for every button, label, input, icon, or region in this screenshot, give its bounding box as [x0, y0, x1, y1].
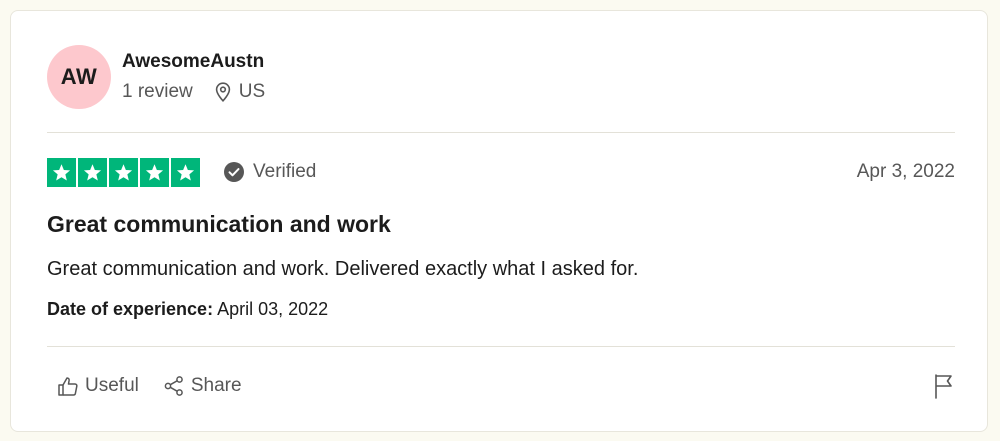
review-count: 1 review	[122, 81, 193, 102]
review-actions: Useful Share	[47, 371, 955, 401]
reviewer-meta: 1 review US	[122, 80, 265, 104]
share-button[interactable]: Share	[153, 371, 252, 401]
verified-label: Verified	[253, 161, 317, 182]
footer-divider	[47, 346, 955, 347]
verified-badge[interactable]: Verified	[224, 161, 316, 183]
reviewer-country: US	[238, 81, 266, 102]
date-of-experience: Date of experience: April 03, 2022	[47, 297, 328, 321]
reviewer-info: AwesomeAustn 1 review US	[122, 50, 265, 104]
header-divider	[47, 132, 955, 133]
useful-button[interactable]: Useful	[47, 371, 149, 401]
location-pin-icon	[215, 82, 231, 102]
experience-date: April 03, 2022	[217, 299, 329, 319]
verified-check-icon	[224, 162, 244, 182]
reviewer-name[interactable]: AwesomeAustn	[122, 50, 265, 74]
star-rating	[47, 157, 200, 187]
reviewer-header: AW AwesomeAustn 1 review US	[47, 45, 265, 109]
avatar[interactable]: AW	[47, 45, 111, 109]
star-icon	[109, 157, 138, 187]
star-icon	[78, 157, 107, 187]
star-icon	[47, 157, 76, 187]
useful-label: Useful	[85, 375, 139, 396]
review-date: Apr 3, 2022	[856, 161, 955, 182]
review-title[interactable]: Great communication and work	[47, 210, 391, 238]
report-flag-button[interactable]	[933, 373, 955, 399]
review-card: AW AwesomeAustn 1 review US Verified Apr…	[10, 10, 988, 432]
experience-label: Date of experience:	[47, 299, 214, 319]
share-icon	[164, 376, 183, 396]
star-icon	[140, 157, 169, 187]
star-icon	[171, 157, 200, 187]
thumbs-up-icon	[58, 377, 78, 396]
review-body: Great communication and work. Delivered …	[47, 258, 639, 280]
share-label: Share	[190, 375, 242, 396]
rating-row: Verified Apr 3, 2022	[47, 157, 955, 187]
flag-icon	[935, 374, 952, 399]
